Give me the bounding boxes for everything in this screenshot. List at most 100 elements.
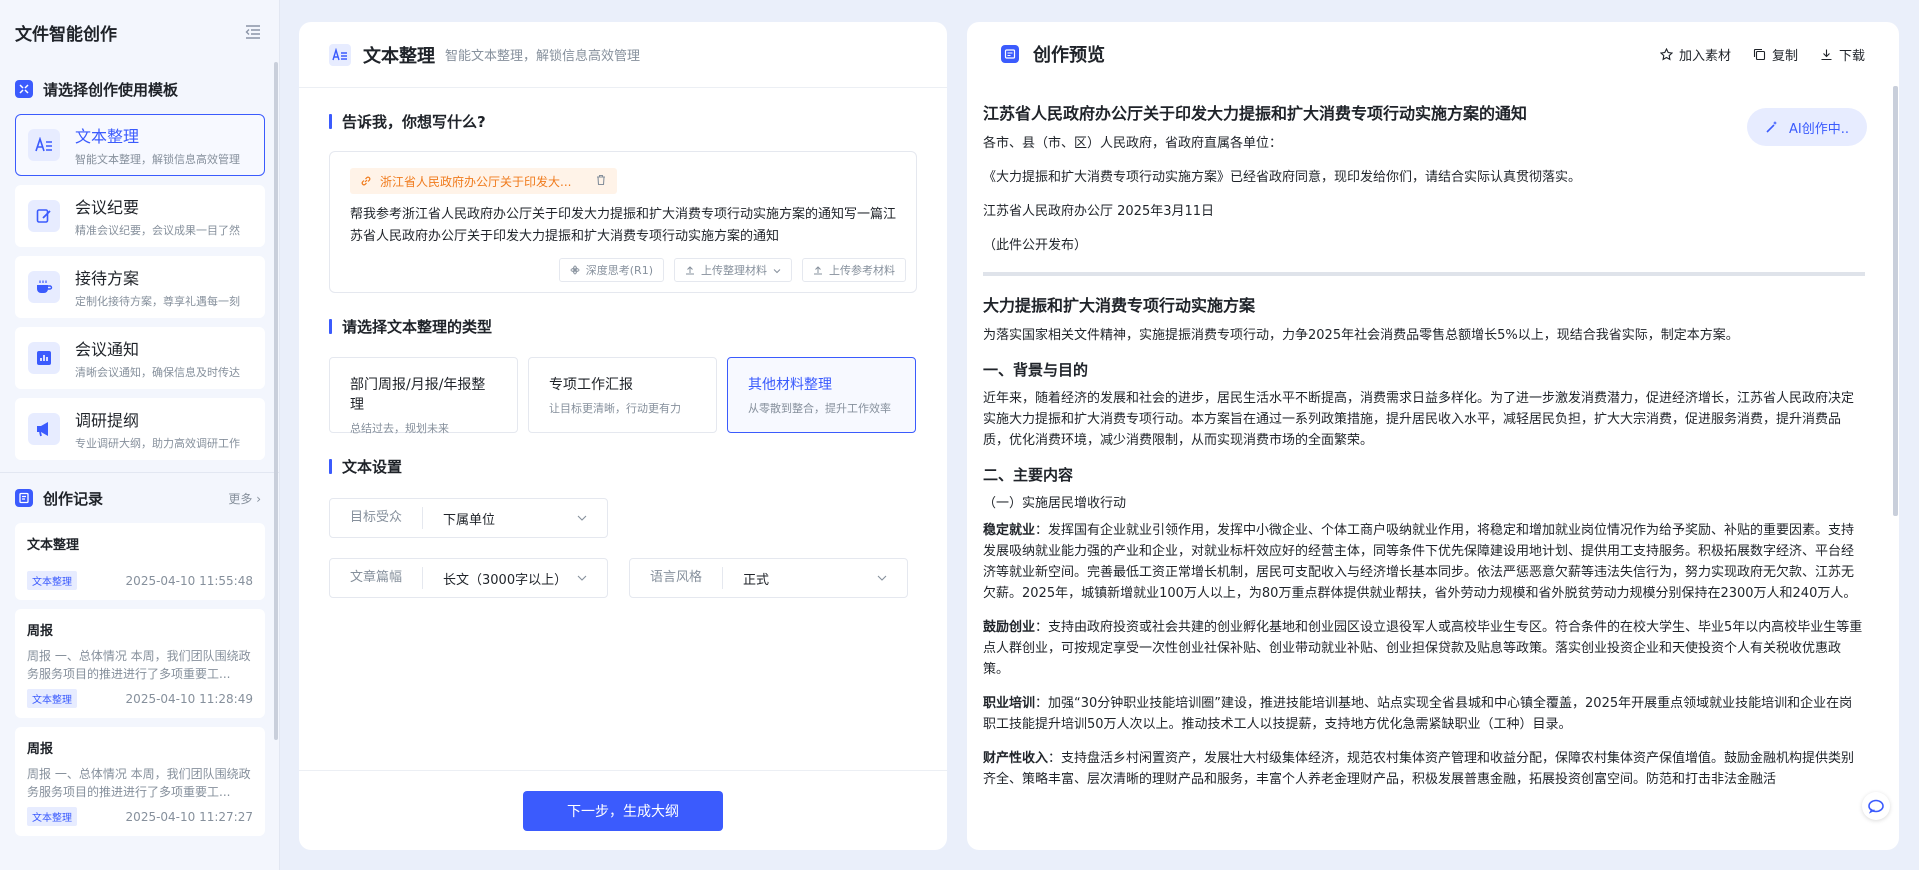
audience-value-wrap[interactable]: 下属单位 bbox=[423, 509, 607, 528]
paragraph-property-income: 财产性收入：支持盘活乡村闲置资产，发展壮大村级集体经济，规范农村集体资产管理和收… bbox=[983, 748, 1865, 790]
preview-icon bbox=[1001, 45, 1019, 63]
section-2-title: 二、主要内容 bbox=[983, 466, 1074, 484]
template-item-reception-plan[interactable]: 接待方案 定制化接待方案，尊享礼遇每一刻 bbox=[15, 256, 265, 318]
length-value: 长文（3000字以上） bbox=[443, 572, 568, 588]
trash-icon[interactable] bbox=[595, 174, 607, 189]
template-item-text-format[interactable]: 文本整理 智能文本整理，解锁信息高效管理 bbox=[15, 114, 265, 176]
record-time: 2025-04-10 11:28:49 bbox=[125, 691, 253, 706]
paragraph-training: 职业培训：加强“30分钟职业技能培训圈”建设，推进技能培训基地、站点实现全省县城… bbox=[983, 693, 1865, 735]
records-list: 文本整理 文本整理 2025-04-10 11:55:48 周报 周报 一、总体… bbox=[0, 523, 279, 836]
paragraph-label: 鼓励创业 bbox=[983, 620, 1036, 635]
prompt-input-box[interactable]: 浙江省人民政府办公厅关于印发大... 帮我参考浙江省人民政府办公厅关于印发大力提… bbox=[329, 151, 917, 293]
type-card-title: 专项工作汇报 bbox=[549, 377, 633, 393]
preview-panel: 创作预览 加入素材 复制 下载 江苏省人民政府办公厅关于印发大力提振和扩大消费专… bbox=[967, 22, 1899, 850]
template-title: 会议通知 bbox=[75, 340, 140, 359]
records-more-label: 更多 bbox=[228, 491, 253, 506]
preview-header: 创作预览 加入素材 复制 下载 bbox=[967, 22, 1899, 86]
type-card-desc: 让目标更清晰，行动更有力 bbox=[549, 402, 681, 415]
upload-icon bbox=[686, 266, 694, 275]
ask-label-text: 告诉我，你想写什么? bbox=[342, 113, 486, 131]
paragraph-label: 稳定就业 bbox=[983, 523, 1036, 538]
record-tag: 文本整理 bbox=[27, 807, 77, 826]
record-title: 周报 bbox=[27, 742, 54, 757]
paragraph-text: ：发挥国有企业就业引领作用，发挥中小微企业、个体工商户吸纳就业作用，将稳定和增加… bbox=[983, 523, 1857, 601]
collapse-sidebar-icon[interactable] bbox=[243, 22, 263, 42]
upload-material-label: 上传整理材料 bbox=[701, 264, 767, 277]
audience-select[interactable]: 目标受众 下属单位 bbox=[329, 498, 608, 538]
type-card-desc: 从零散到整合，提升工作效率 bbox=[748, 402, 891, 415]
deep-think-toggle[interactable]: 深度思考(R1) bbox=[558, 258, 664, 282]
preview-actions: 加入素材 复制 下载 bbox=[1659, 45, 1865, 64]
deep-think-label: 深度思考(R1) bbox=[585, 264, 653, 277]
app-title: 文件智能创作 bbox=[15, 24, 117, 45]
text-format-icon bbox=[329, 43, 351, 66]
records-more-link[interactable]: 更多 › bbox=[228, 490, 261, 507]
template-item-research-outline[interactable]: 调研提纲 专业调研大纲，助力高效调研工作 bbox=[15, 398, 265, 460]
panel-subtitle: 智能文本整理，解锁信息高效管理 bbox=[445, 49, 641, 64]
paragraph-entrepreneurship: 鼓励创业：支持由政府投资或社会共建的创业孵化基地和创业园区设立退役军人或高校毕业… bbox=[983, 617, 1865, 680]
type-card-other-material[interactable]: 其他材料整理 从零散到整合，提升工作效率 bbox=[727, 357, 916, 433]
notice-addressee: 各市、县（市、区）人民政府，省政府直属各单位： bbox=[983, 136, 1283, 151]
template-desc: 清晰会议通知，确保信息及时传达 bbox=[75, 366, 240, 379]
copy-button[interactable]: 复制 bbox=[1753, 45, 1798, 64]
type-label-text: 请选择文本整理的类型 bbox=[342, 318, 493, 336]
notice-disclosure: （此件公开发布） bbox=[983, 238, 1088, 253]
upload-material-button[interactable]: 上传整理材料 bbox=[674, 258, 792, 282]
download-button[interactable]: 下载 bbox=[1820, 45, 1865, 64]
text-format-icon bbox=[28, 129, 60, 161]
template-section-icon bbox=[15, 80, 33, 98]
preview-title: 创作预览 bbox=[1033, 45, 1105, 66]
upload-reference-button[interactable]: 上传参考材料 bbox=[802, 258, 906, 282]
add-material-label: 加入素材 bbox=[1678, 48, 1731, 64]
record-item[interactable]: 周报 周报 一、总体情况 本周，我们团队围绕政务服务项目的推进进行了多项重要工.… bbox=[15, 609, 265, 718]
type-card-periodic-report[interactable]: 部门周报/月报/年报整理 总结过去，规划未来 bbox=[329, 357, 518, 435]
ask-label: 告诉我，你想写什么? bbox=[329, 111, 486, 132]
length-select[interactable]: 文章篇幅 长文（3000字以上） bbox=[329, 558, 608, 598]
section-1-body: 近年来，随着经济的发展和社会的进步，居民生活水平不断提高，消费需求日益多样化。为… bbox=[983, 391, 1855, 448]
sidebar-header: 文件智能创作 bbox=[0, 0, 279, 64]
subsection-1-title: （一）实施居民增收行动 bbox=[983, 496, 1127, 511]
prompt-tools: 深度思考(R1) 上传整理材料 上传参考材料 bbox=[558, 258, 906, 282]
record-item[interactable]: 周报 周报 一、总体情况 本周，我们团队围绕政务服务项目的推进进行了多项重要工.… bbox=[15, 727, 265, 836]
assistant-bubble-icon[interactable] bbox=[1862, 792, 1890, 820]
record-title: 周报 bbox=[27, 624, 54, 639]
template-item-meeting-notice[interactable]: 会议通知 清晰会议通知，确保信息及时传达 bbox=[15, 327, 265, 389]
template-desc: 专业调研大纲，助力高效调研工作 bbox=[75, 437, 240, 450]
document-divider bbox=[983, 272, 1865, 276]
settings-label-text: 文本设置 bbox=[342, 458, 403, 476]
chevron-down-icon bbox=[577, 575, 587, 581]
copy-label: 复制 bbox=[1771, 48, 1798, 64]
records-header: 创作记录 更多 › bbox=[0, 473, 279, 523]
template-desc: 精准会议纪要，会议成果一目了然 bbox=[75, 224, 240, 237]
star-icon bbox=[1659, 47, 1673, 60]
style-value-wrap[interactable]: 正式 bbox=[723, 569, 907, 588]
add-material-button[interactable]: 加入素材 bbox=[1659, 45, 1731, 64]
bar-chart-icon bbox=[28, 342, 60, 374]
record-item[interactable]: 文本整理 文本整理 2025-04-10 11:55:48 bbox=[15, 523, 265, 600]
style-select[interactable]: 语言风格 正式 bbox=[629, 558, 908, 598]
type-card-special-report[interactable]: 专项工作汇报 让目标更清晰，行动更有力 bbox=[528, 357, 717, 433]
notice-title: 江苏省人民政府办公厅关于印发大力提振和扩大消费专项行动实施方案的通知 bbox=[983, 104, 1528, 123]
preview-scrollbar[interactable] bbox=[1893, 86, 1898, 516]
record-snippet: 周报 一、总体情况 本周，我们团队围绕政务服务项目的推进进行了多项重要工... bbox=[27, 649, 251, 681]
megaphone-icon bbox=[28, 413, 60, 445]
style-value: 正式 bbox=[743, 572, 770, 588]
generate-outline-button[interactable]: 下一步，生成大纲 bbox=[523, 790, 723, 831]
coffee-cup-icon bbox=[28, 271, 60, 303]
preview-document: 江苏省人民政府办公厅关于印发大力提振和扩大消费专项行动实施方案的通知 各市、县（… bbox=[975, 100, 1865, 850]
template-item-meeting-minutes[interactable]: 会议纪要 精准会议纪要，会议成果一目了然 bbox=[15, 185, 265, 247]
length-value-wrap[interactable]: 长文（3000字以上） bbox=[423, 569, 607, 588]
chevron-down-icon bbox=[773, 264, 781, 277]
records-icon bbox=[15, 489, 33, 507]
notice-body: 《大力提振和扩大消费专项行动实施方案》已经省政府同意，现印发给你们，请结合实际认… bbox=[983, 170, 1582, 185]
record-tag: 文本整理 bbox=[27, 689, 77, 708]
sidebar-scrollbar[interactable] bbox=[274, 62, 278, 740]
template-title: 文本整理 bbox=[75, 127, 140, 146]
chevron-right-icon: › bbox=[256, 491, 261, 506]
settings-label: 文本设置 bbox=[329, 456, 402, 477]
attached-file-chip[interactable]: 浙江省人民政府办公厅关于印发大... bbox=[350, 168, 618, 194]
template-section-label: 请选择创作使用模板 bbox=[43, 80, 179, 99]
record-snippet: 周报 一、总体情况 本周，我们团队围绕政务服务项目的推进进行了多项重要工... bbox=[27, 767, 251, 799]
prompt-text[interactable]: 帮我参考浙江省人民政府办公厅关于印发大力提振和扩大消费专项行动实施方案的通知写一… bbox=[350, 204, 896, 248]
panel-header: 文本整理 智能文本整理，解锁信息高效管理 bbox=[299, 22, 947, 88]
